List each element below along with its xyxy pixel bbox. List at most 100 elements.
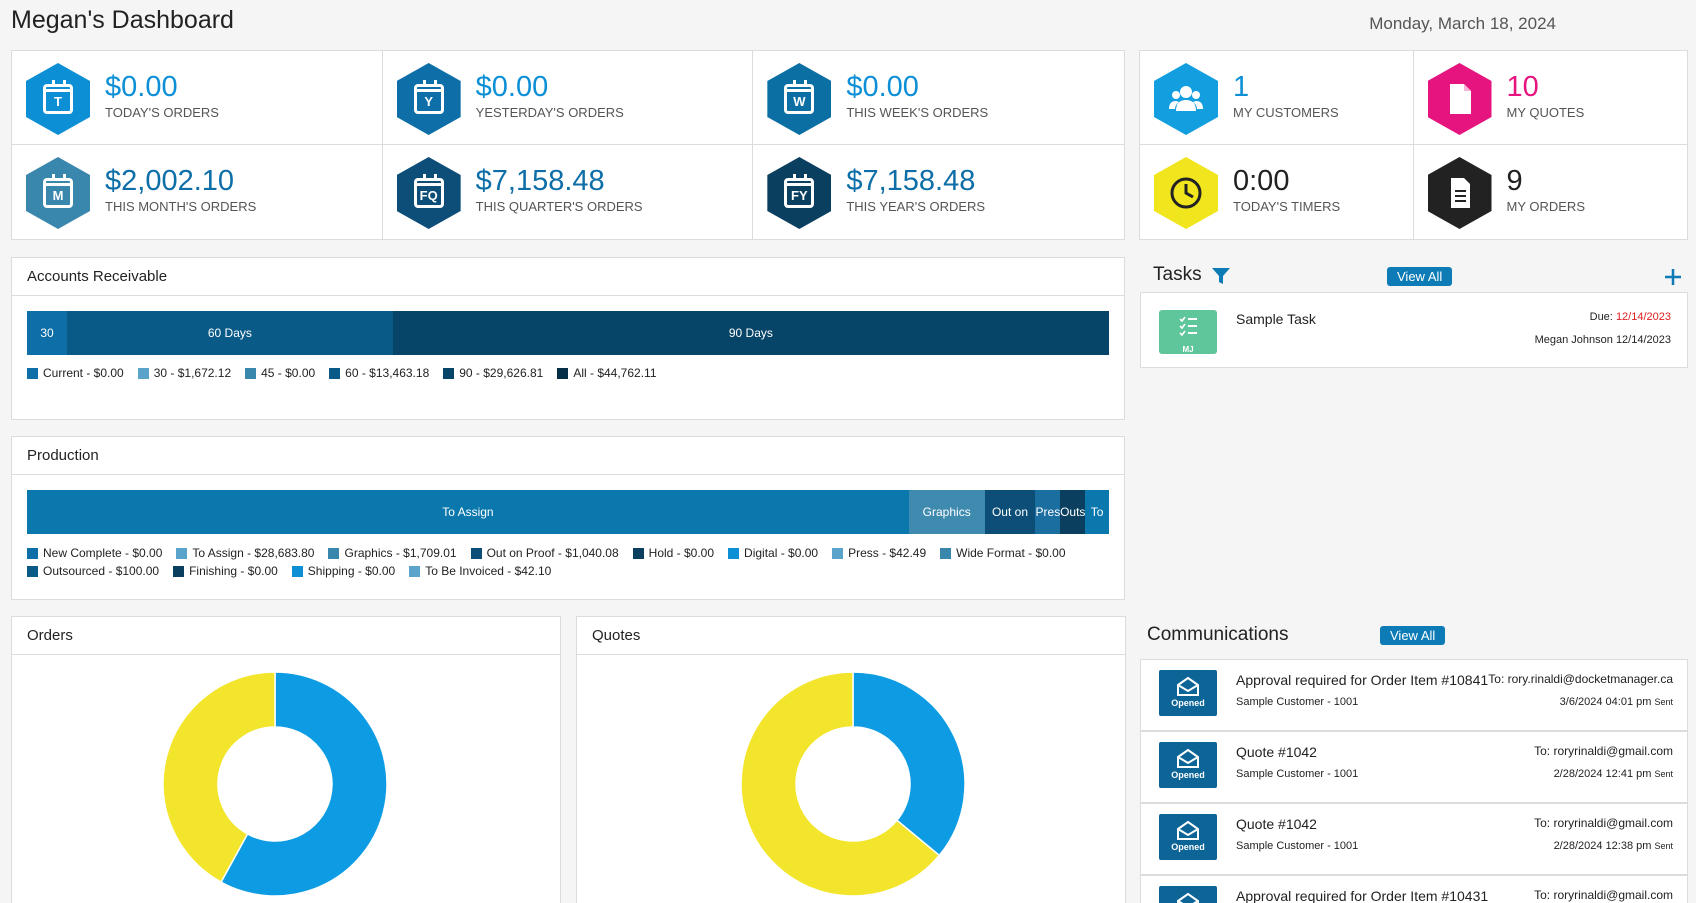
orders-donut-chart: [162, 671, 388, 897]
opened-envelope-badge: Opened: [1159, 814, 1217, 860]
bar-segment-label: Outs: [1060, 505, 1086, 519]
legend-label: Press - $42.49: [848, 546, 927, 560]
task-assignee: Megan Johnson 12/14/2023: [1534, 334, 1671, 346]
calendar-letter: FQ: [419, 187, 438, 203]
legend-item: 60 - $13,463.18: [329, 366, 429, 380]
stat-label: THIS YEAR'S ORDERS: [846, 199, 986, 214]
add-task-icon[interactable]: [1664, 268, 1682, 286]
legend-item: All - $44,762.11: [557, 366, 657, 380]
communication-title[interactable]: Approval required for Order Item #10841: [1236, 672, 1488, 688]
communication-item[interactable]: Opened Approval required for Order Item #…: [1140, 875, 1688, 903]
stat-card[interactable]: M $2,002.10 THIS MONTH'S ORDERS: [12, 145, 383, 239]
calendar-letter: FY: [791, 187, 808, 203]
legend-item: 45 - $0.00: [245, 366, 315, 380]
legend-swatch: [291, 565, 303, 577]
ar-title: Accounts Receivable: [12, 258, 1124, 296]
communication-customer: Sample Customer - 1001: [1236, 768, 1359, 780]
stat-card[interactable]: Y $0.00 YESTERDAY'S ORDERS: [382, 51, 754, 145]
legend-swatch: [832, 547, 844, 559]
communications-view-all-button[interactable]: View All: [1380, 626, 1446, 645]
tasks-view-all-button[interactable]: View All: [1387, 267, 1453, 286]
legend-label: To Be Invoiced - $42.10: [425, 564, 552, 578]
stat-value: $7,158.48: [475, 165, 605, 197]
calendar-icon: FQ: [413, 174, 444, 208]
task-badge: MJ: [1159, 310, 1217, 354]
stat-card[interactable]: 0:00 TODAY'S TIMERS: [1140, 145, 1414, 239]
legend-label: Shipping - $0.00: [307, 564, 396, 578]
task-badge-initials: MJ: [1182, 345, 1194, 354]
communication-title[interactable]: Approval required for Order Item #10431: [1236, 888, 1488, 903]
stat-card[interactable]: FY $7,158.48 THIS YEAR'S ORDERS: [753, 145, 1124, 239]
task-name[interactable]: Sample Task: [1236, 311, 1316, 327]
communication-customer: Sample Customer - 1001: [1236, 696, 1359, 708]
bar-segment[interactable]: To Assign: [27, 490, 909, 534]
stat-icon-hex: FY: [767, 157, 832, 229]
legend-label: Finishing - $0.00: [189, 564, 278, 578]
stat-card[interactable]: 9 MY ORDERS: [1414, 145, 1688, 239]
bar-segment-label: To Assign: [442, 505, 494, 519]
stat-value: $7,158.48: [846, 165, 976, 197]
calendar-letter: Y: [424, 93, 433, 109]
stat-card[interactable]: W $0.00 THIS WEEK'S ORDERS: [753, 51, 1124, 145]
bar-segment[interactable]: 30: [27, 311, 68, 355]
communication-item[interactable]: Opened Approval required for Order Item #…: [1140, 659, 1688, 731]
calendar-icon: Y: [413, 80, 444, 114]
task-item[interactable]: MJ Sample Task Due: 12/14/2023 Megan Joh…: [1140, 292, 1688, 368]
communication-title[interactable]: Quote #1042: [1236, 744, 1317, 760]
communication-item[interactable]: Opened Quote #1042 Sample Customer - 1001 T…: [1140, 803, 1688, 875]
legend-item: To Be Invoiced - $42.10: [409, 564, 551, 578]
stat-label: THIS WEEK'S ORDERS: [846, 105, 989, 120]
bar-segment[interactable]: Outs: [1060, 490, 1086, 534]
bar-segment[interactable]: 60 Days: [67, 311, 393, 355]
accounts-receivable-panel: Accounts Receivable 30 60 Days 90 Days Cur…: [11, 257, 1125, 420]
legend-label: Wide Format - $0.00: [956, 546, 1066, 560]
stat-card[interactable]: 10 MY QUOTES: [1413, 51, 1687, 145]
stat-icon-hex: Y: [396, 63, 461, 135]
communication-recipient: To: rory.rinaldi@docketmanager.ca: [1488, 672, 1673, 686]
production-panel: Production To Assign Graphics Out on Pres Ou…: [11, 436, 1125, 600]
stat-label: THIS MONTH'S ORDERS: [105, 199, 257, 214]
legend-label: Outsourced - $100.00: [43, 564, 160, 578]
filter-icon[interactable]: [1211, 267, 1231, 285]
donut-slice[interactable]: [852, 671, 966, 857]
calendar-icon: FY: [784, 174, 815, 208]
legend-label: All - $44,762.11: [573, 366, 657, 380]
bar-segment-label: Pres: [1035, 505, 1061, 519]
bar-segment[interactable]: 90 Days: [392, 311, 1109, 355]
envelope-open-icon: [1177, 892, 1199, 903]
bar-segment[interactable]: Graphics: [908, 490, 985, 534]
communication-item[interactable]: Opened Quote #1042 Sample Customer - 1001 T…: [1140, 731, 1688, 803]
legend-label: 30 - $1,672.12: [153, 366, 232, 380]
bar-segment[interactable]: Pres: [1035, 490, 1061, 534]
legend-label: To Assign - $28,683.80: [192, 546, 315, 560]
legend-label: Hold - $0.00: [648, 546, 715, 560]
legend-label: Graphics - $1,709.01: [344, 546, 457, 560]
legend-item: Shipping - $0.00: [291, 564, 396, 578]
stat-value: $2,002.10: [105, 165, 235, 197]
page-title: Megan's Dashboard: [11, 6, 234, 34]
communication-timestamp: 3/6/2024 04:01 pm: [1559, 696, 1652, 708]
stat-icon-hex: [1427, 63, 1492, 135]
task-due-label: Due:: [1589, 311, 1613, 323]
legend-swatch: [27, 565, 38, 577]
calendar-letter: T: [54, 93, 62, 109]
stat-label: MY QUOTES: [1506, 105, 1585, 120]
stat-card[interactable]: FQ $7,158.48 THIS QUARTER'S ORDERS: [383, 145, 754, 239]
bar-segment[interactable]: Out on: [984, 490, 1036, 534]
stat-label: TODAY'S TIMERS: [1233, 199, 1341, 214]
legend-item: Press - $42.49: [832, 546, 926, 560]
checklist-icon: [1179, 316, 1197, 337]
ar-bar: 30 60 Days 90 Days: [27, 311, 1109, 355]
communication-title[interactable]: Quote #1042: [1236, 816, 1317, 832]
stat-card[interactable]: T $0.00 TODAY'S ORDERS: [12, 51, 383, 145]
stat-label: MY ORDERS: [1506, 199, 1586, 214]
legend-label: 90 - $29,626.81: [459, 366, 544, 380]
stat-card[interactable]: 1 MY CUSTOMERS: [1140, 51, 1414, 145]
legend-label: Current - $0.00: [43, 366, 124, 380]
legend-item: Out on Proof - $1,040.08: [470, 546, 619, 560]
production-bar: To Assign Graphics Out on Pres Outs To: [27, 490, 1109, 534]
bar-segment[interactable]: To: [1085, 490, 1109, 534]
orders-chart-title: Orders: [12, 617, 560, 655]
opened-envelope-badge: Opened: [1159, 742, 1217, 788]
task-due-date: 12/14/2023: [1615, 311, 1671, 323]
